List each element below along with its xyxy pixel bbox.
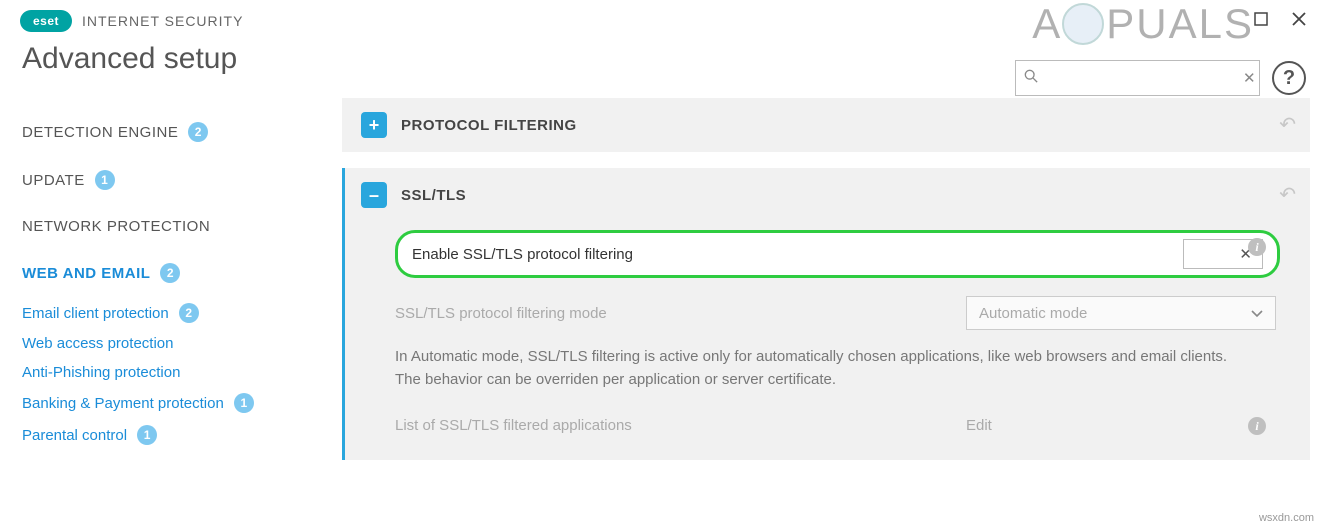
sidebar-item-label: WEB AND EMAIL	[22, 265, 150, 282]
chevron-down-icon	[1251, 305, 1263, 322]
filtering-mode-label: SSL/TLS protocol filtering mode	[395, 305, 607, 322]
badge: 2	[188, 122, 208, 142]
owl-icon	[1062, 3, 1104, 45]
search-input[interactable]	[1044, 70, 1243, 87]
section-title: PROTOCOL FILTERING	[401, 117, 577, 134]
edit-link[interactable]: Edit	[966, 417, 1276, 434]
filtered-apps-label: List of SSL/TLS filtered applications	[395, 417, 632, 434]
sidebar-sub-banking-payment[interactable]: Banking & Payment protection 1	[22, 387, 342, 419]
expand-button[interactable]: +	[361, 112, 387, 138]
enable-ssl-label: Enable SSL/TLS protocol filtering	[412, 246, 633, 263]
clear-search-icon[interactable]: ✕	[1243, 69, 1256, 87]
filtered-apps-row: List of SSL/TLS filtered applications Ed…	[395, 411, 1280, 440]
mode-description: In Automatic mode, SSL/TLS filtering is …	[395, 336, 1280, 411]
sidebar-sub-web-access-protection[interactable]: Web access protection	[22, 329, 342, 358]
help-button[interactable]: ?	[1272, 61, 1306, 95]
search-icon	[1024, 69, 1038, 88]
sidebar: DETECTION ENGINE 2 UPDATE 1 NETWORK PROT…	[22, 90, 342, 476]
enable-ssl-row: Enable SSL/TLS protocol filtering ✕	[395, 230, 1280, 278]
sidebar-sub-label: Banking & Payment protection	[22, 395, 224, 412]
section-title: SSL/TLS	[401, 187, 466, 204]
sidebar-item-label: DETECTION ENGINE	[22, 124, 178, 141]
undo-icon[interactable]: ↶	[1279, 112, 1296, 137]
content-pane: + PROTOCOL FILTERING ↶ – SSL/TLS ↶ Enabl…	[342, 90, 1324, 476]
sidebar-sub-parental-control[interactable]: Parental control 1	[22, 419, 342, 451]
badge: 1	[137, 425, 157, 445]
filtering-mode-dropdown[interactable]: Automatic mode	[966, 296, 1276, 330]
sidebar-sub-email-client-protection[interactable]: Email client protection 2	[22, 297, 342, 329]
sidebar-item-detection-engine[interactable]: DETECTION ENGINE 2	[22, 108, 342, 156]
sidebar-item-network-protection[interactable]: NETWORK PROTECTION	[22, 204, 342, 249]
eset-logo: eset	[20, 10, 72, 32]
info-icon[interactable]: i	[1248, 238, 1266, 256]
sidebar-item-label: NETWORK PROTECTION	[22, 218, 210, 235]
section-ssl-tls: – SSL/TLS ↶ Enable SSL/TLS protocol filt…	[342, 168, 1310, 460]
info-icon[interactable]: i	[1248, 417, 1266, 435]
sidebar-sub-label: Email client protection	[22, 305, 169, 322]
collapse-button[interactable]: –	[361, 182, 387, 208]
sidebar-item-label: UPDATE	[22, 172, 85, 189]
source-label: wsxdn.com	[1259, 512, 1314, 524]
watermark: A PUALS	[1032, 0, 1254, 48]
search-box[interactable]: ✕	[1015, 60, 1260, 96]
sidebar-sub-label: Web access protection	[22, 335, 173, 352]
section-protocol-filtering: + PROTOCOL FILTERING ↶	[342, 98, 1310, 152]
sidebar-item-update[interactable]: UPDATE 1	[22, 156, 342, 204]
close-window-button[interactable]	[1288, 8, 1310, 30]
dropdown-value: Automatic mode	[979, 305, 1087, 322]
sidebar-item-web-and-email[interactable]: WEB AND EMAIL 2	[22, 249, 342, 297]
filtering-mode-row: SSL/TLS protocol filtering mode Automati…	[395, 290, 1280, 336]
product-name: INTERNET SECURITY	[82, 13, 243, 29]
sidebar-sub-label: Anti-Phishing protection	[22, 364, 180, 381]
badge: 2	[160, 263, 180, 283]
sidebar-sub-anti-phishing[interactable]: Anti-Phishing protection	[22, 358, 342, 387]
badge: 1	[95, 170, 115, 190]
sidebar-sub-label: Parental control	[22, 427, 127, 444]
badge: 2	[179, 303, 199, 323]
undo-icon[interactable]: ↶	[1279, 182, 1296, 207]
badge: 1	[234, 393, 254, 413]
